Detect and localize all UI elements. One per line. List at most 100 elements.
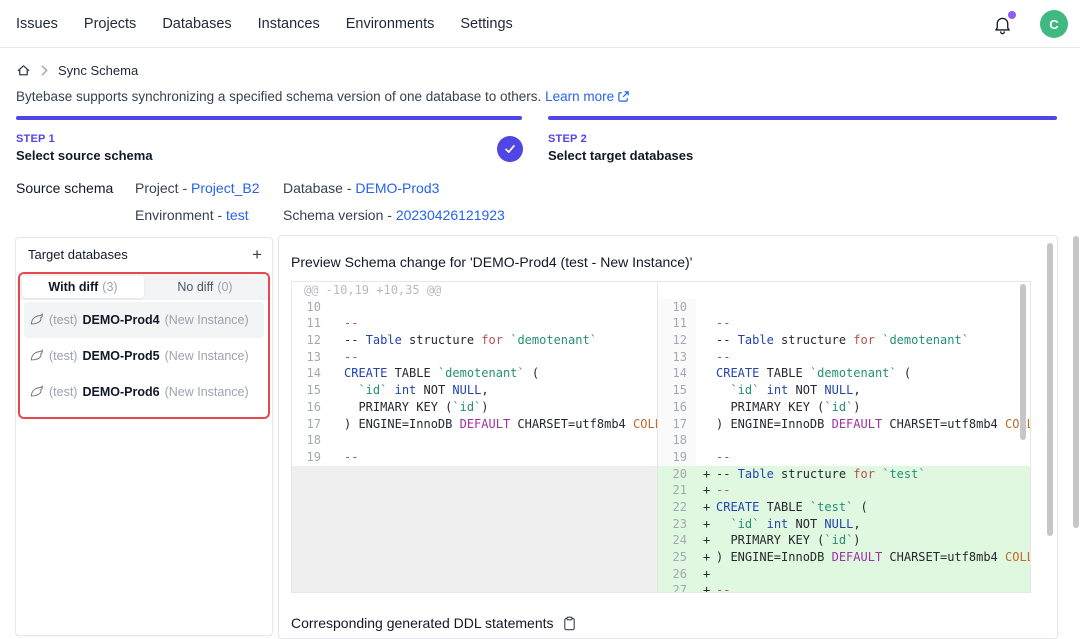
code-token: , [481,383,488,397]
tab-with-diff[interactable]: With diff (3) [22,276,144,298]
source-project: Project - Project_B2 [135,180,260,196]
code-token [759,517,766,531]
diff-line: 24+ PRIMARY KEY (`id`) [658,532,1030,549]
page-scrollbar[interactable] [1073,236,1079,528]
line-number: 12 [292,332,330,349]
code-token: CHARSET=utf8mb4 [882,417,1005,431]
diff-add-sign [696,432,716,449]
code-token: COLLATE [633,417,657,431]
nav-item-environments[interactable]: Environments [346,16,435,32]
schema-version-link[interactable]: 20230426121923 [396,207,505,223]
code-text: -- [716,582,730,592]
code-token: int [767,383,789,397]
step1-kicker: STEP 1 [16,133,153,145]
diff-line: 19-- [292,449,657,466]
line-number: 24 [658,532,696,549]
diff-line: 14CREATE TABLE `demotenant` ( [292,365,657,382]
diff-line: 13-- [292,349,657,366]
code-text: ) ENGINE=InnoDB DEFAULT CHARSET=utf8mb4 … [330,416,657,433]
code-token: `test` [882,467,925,481]
code-token: Table [738,333,774,347]
database-link[interactable]: DEMO-Prod3 [355,180,439,196]
database-row-demo-prod6[interactable]: (test) DEMO-Prod6 (New Instance) [24,374,264,410]
home-icon[interactable] [16,63,31,78]
code-token [759,383,766,397]
editor-scrollbar[interactable] [1020,284,1026,440]
code-token: `test` [810,500,853,514]
diff-line: 12 -- Table structure for `demotenant` [658,332,1030,349]
diff-line: 14 CREATE TABLE `demotenant` ( [658,365,1030,382]
tab-no-diff[interactable]: No diff (0) [144,276,266,298]
code-token: COLLATE [1005,550,1030,564]
intro-description: Bytebase supports synchronizing a specif… [16,89,541,104]
code-token: `id` [358,383,387,397]
code-token: `demotenant` [438,366,525,380]
copy-clipboard-icon[interactable] [562,616,577,631]
diff-add-sign: + [696,532,716,549]
code-token: PRIMARY KEY ( [716,533,824,547]
code-token: -- [716,467,738,481]
preview-panel: Preview Schema change for 'DEMO-Prod4 (t… [278,235,1058,639]
diff-line: 26+ [658,566,1030,583]
line-number: 19 [658,449,696,466]
code-text: PRIMARY KEY (`id`) [716,399,861,416]
code-token: CREATE [344,366,387,380]
nav-menu: Issues Projects Databases Instances Envi… [16,0,513,48]
code-text: ) ENGINE=InnoDB DEFAULT CHARSET=utf8mb4 … [716,549,1030,566]
nav-item-instances[interactable]: Instances [258,16,320,32]
code-token: -- [344,333,366,347]
environment-link[interactable]: test [226,207,249,223]
line-number: 16 [658,399,696,416]
notification-bell-button[interactable] [992,14,1014,36]
code-token: NULL [824,383,853,397]
nav-item-settings[interactable]: Settings [460,16,512,32]
nav-item-issues[interactable]: Issues [16,16,58,32]
diff-add-sign: + [696,466,716,483]
line-number: 10 [658,299,696,316]
database-row-demo-prod5[interactable]: (test) DEMO-Prod5 (New Instance) [24,338,264,374]
code-token: Table [738,467,774,481]
project-link[interactable]: Project_B2 [191,180,259,196]
diff-add-sign [696,399,716,416]
project-label: Project - [135,180,191,196]
avatar[interactable]: C [1040,10,1068,38]
line-number: 11 [292,315,330,332]
code-text: PRIMARY KEY (`id`) [716,532,861,549]
line-number: 18 [658,432,696,449]
code-token: -- [716,450,730,464]
diff-tabs: With diff (3) No diff (0) [20,274,268,300]
diff-line: 15 `id` int NOT NULL, [658,382,1030,399]
line-number: 19 [292,449,330,466]
panel-scrollbar[interactable] [1047,243,1053,536]
code-token: TABLE [387,366,438,380]
code-token [344,383,358,397]
code-token [716,517,730,531]
nav-item-projects[interactable]: Projects [84,16,136,32]
code-text: -- [330,449,358,466]
database-row-demo-prod4[interactable]: (test) DEMO-Prod4 (New Instance) [24,302,264,338]
add-target-database-button[interactable]: + [252,248,262,262]
code-text: ) ENGINE=InnoDB DEFAULT CHARSET=utf8mb4 … [716,416,1030,433]
schema-diff-editor[interactable]: @@ -10,19 +10,35 @@1011--12-- Table stru… [291,281,1031,593]
diff-line: 22+CREATE TABLE `test` ( [658,499,1030,516]
diff-add-sign: + [696,499,716,516]
code-token: ) ENGINE=InnoDB [716,417,832,431]
line-number: 21 [658,482,696,499]
code-token: PRIMARY KEY ( [716,400,824,414]
learn-more-link[interactable]: Learn more [545,89,614,104]
code-token: -- [344,316,358,330]
code-token: int [395,383,417,397]
code-token: CREATE [716,500,759,514]
code-token: structure [402,333,481,347]
code-token: CHARSET=utf8mb4 [510,417,633,431]
code-token: ( [897,366,911,380]
diff-line: 16 PRIMARY KEY (`id`) [658,399,1030,416]
tab-no-diff-label: No diff [177,280,213,294]
code-token: `id` [452,400,481,414]
code-text: CREATE TABLE `demotenant` ( [716,365,911,382]
code-token: DEFAULT [832,417,883,431]
nav-item-databases[interactable]: Databases [162,16,231,32]
database-suffix: (New Instance) [165,349,249,363]
code-token: ) [853,400,860,414]
code-token: `demotenant` [510,333,597,347]
